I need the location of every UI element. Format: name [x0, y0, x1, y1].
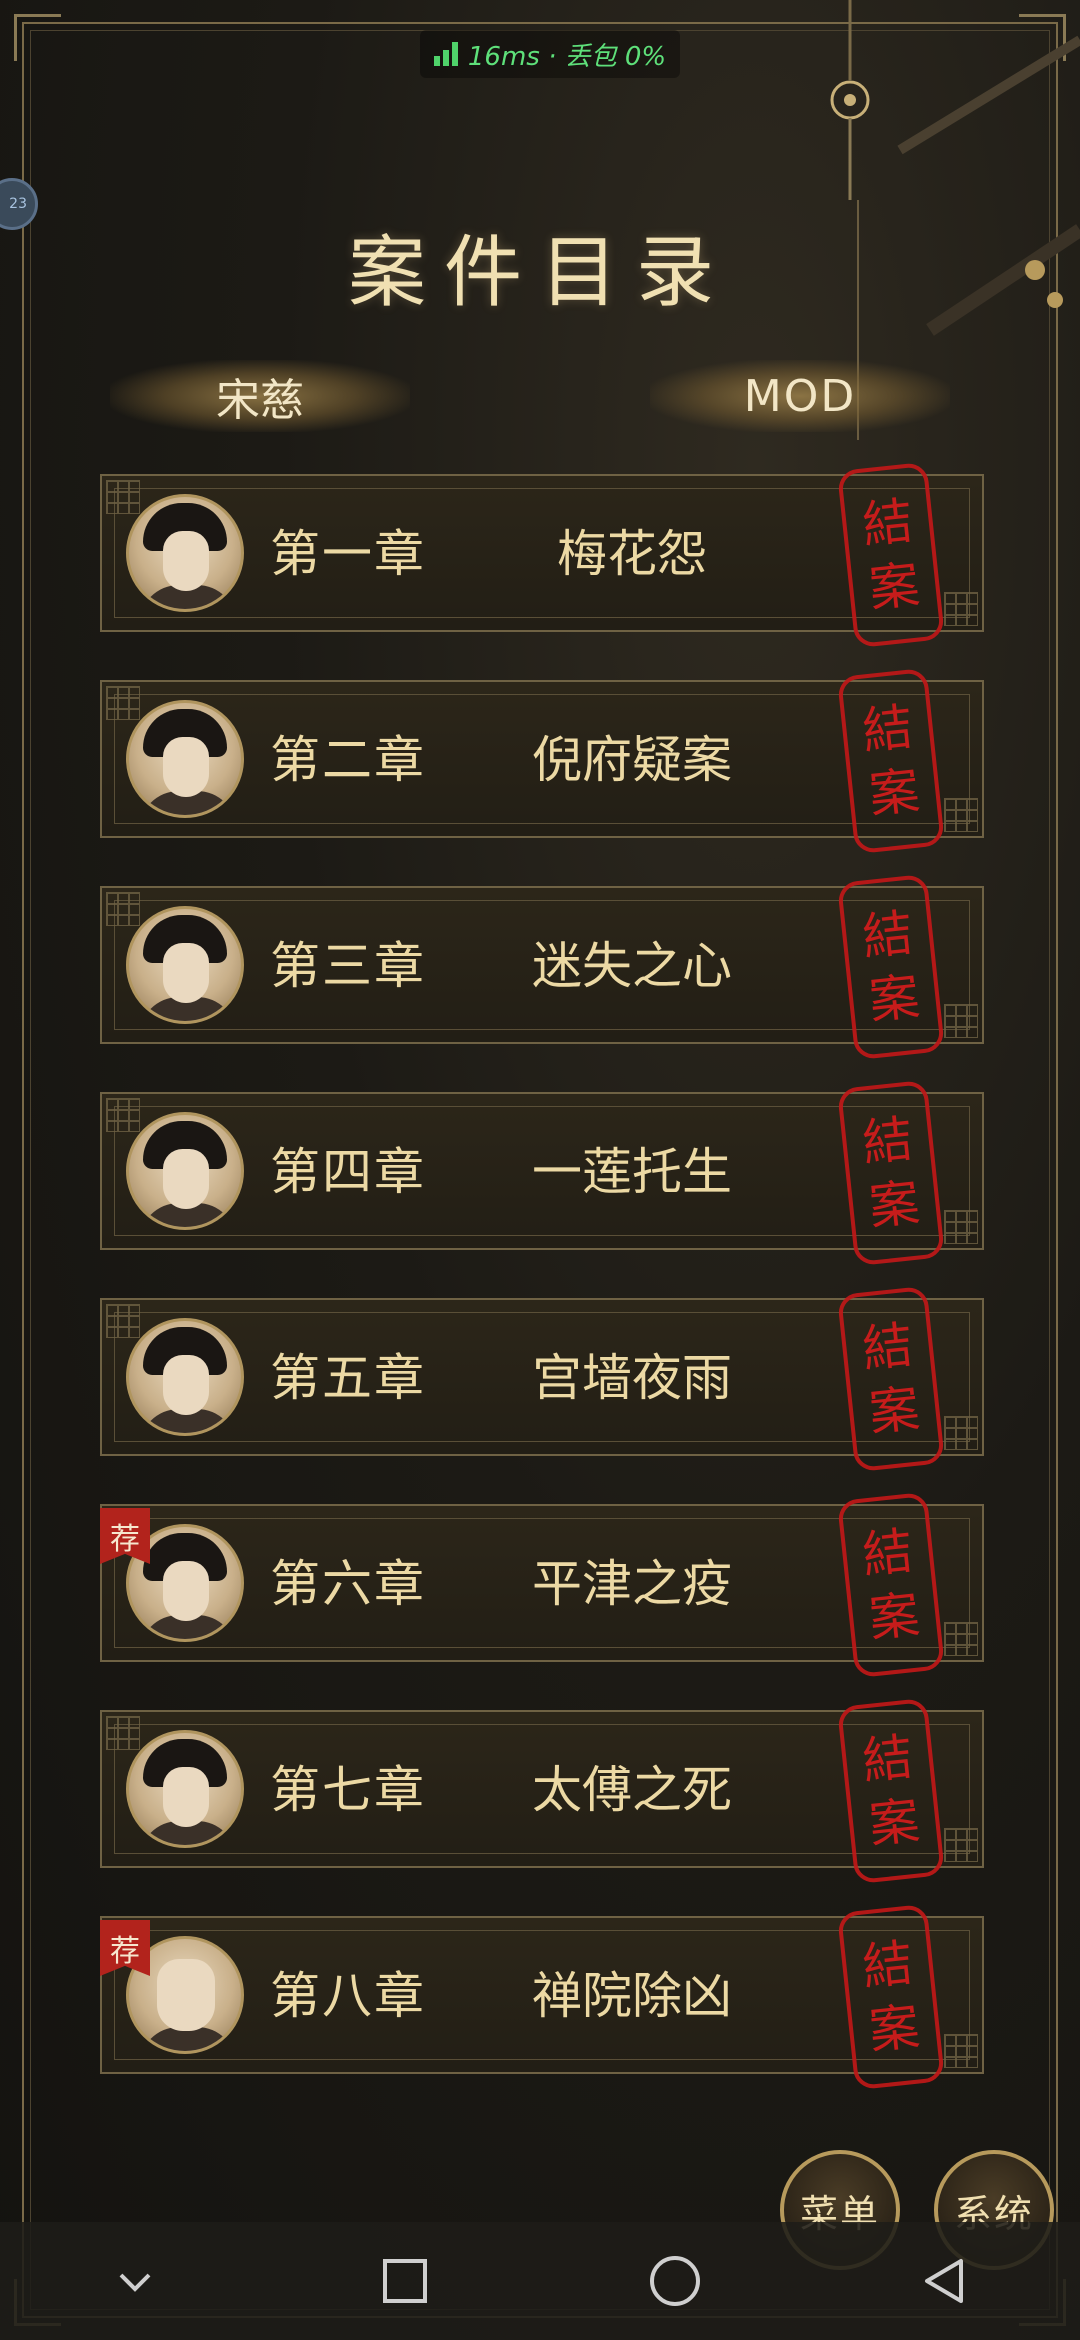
- seal-character: 案: [866, 967, 923, 1031]
- chapter-card[interactable]: 第七章 太傅之死 結案: [100, 1697, 984, 1885]
- chapter-number: 第二章: [270, 731, 426, 789]
- chapter-number: 第七章: [270, 1761, 426, 1819]
- seal-character: 案: [866, 1791, 923, 1855]
- chapter-card[interactable]: 第五章 宫墙夜雨 結案: [100, 1285, 984, 1473]
- system-navbar: [0, 2222, 1080, 2340]
- recent-apps-icon[interactable]: [365, 2241, 445, 2321]
- lattice-corner-decoration: [944, 1004, 978, 1038]
- lattice-corner-decoration: [944, 1622, 978, 1656]
- seal-character: 案: [866, 1379, 923, 1443]
- seal-character: 結: [859, 1315, 916, 1379]
- ping-text: 16ms · 丢包 0%: [467, 41, 667, 72]
- chapter-title: 宫墙夜雨: [532, 1349, 732, 1407]
- character-portrait: [126, 906, 244, 1024]
- lattice-corner-decoration: [106, 686, 140, 720]
- lattice-corner-decoration: [944, 798, 978, 832]
- signal-icon: [433, 42, 458, 66]
- lattice-corner-decoration: [106, 1098, 140, 1132]
- chapter-title: 太傅之死: [532, 1761, 732, 1819]
- case-closed-seal: 結案: [836, 1903, 946, 2091]
- seal-character: 案: [866, 761, 923, 825]
- seal-character: 結: [859, 1933, 916, 1997]
- chapter-card[interactable]: 第三章 迷失之心 結案: [100, 873, 984, 1061]
- seal-character: 案: [866, 1585, 923, 1649]
- lattice-corner-decoration: [106, 1304, 140, 1338]
- seal-character: 案: [866, 1997, 923, 2061]
- character-portrait: [126, 494, 244, 612]
- tab-mod[interactable]: MOD: [650, 360, 950, 432]
- lattice-corner-decoration: [944, 1828, 978, 1862]
- chapter-title: 迷失之心: [532, 937, 732, 995]
- seal-character: 結: [859, 697, 916, 761]
- character-portrait: [126, 1112, 244, 1230]
- chevron-down-icon[interactable]: [95, 2241, 175, 2321]
- case-closed-seal: 結案: [836, 667, 946, 855]
- chapter-number: 第四章: [270, 1143, 426, 1201]
- chapter-card[interactable]: 第一章 梅花怨 結案: [100, 461, 984, 649]
- lattice-corner-decoration: [944, 1210, 978, 1244]
- case-closed-seal: 結案: [836, 873, 946, 1061]
- seal-character: 結: [859, 491, 916, 555]
- seal-character: 結: [859, 1727, 916, 1791]
- lattice-corner-decoration: [106, 480, 140, 514]
- chapter-number: 第一章: [270, 525, 426, 583]
- seal-character: 結: [859, 1521, 916, 1585]
- chapter-card[interactable]: 第四章 一莲托生 結案: [100, 1079, 984, 1267]
- tab-label: 宋慈: [216, 375, 304, 426]
- chapter-title: 禅院除凶: [532, 1967, 732, 2025]
- lattice-corner-decoration: [944, 2034, 978, 2068]
- chapter-title: 一莲托生: [532, 1143, 732, 1201]
- chapter-number: 第五章: [270, 1349, 426, 1407]
- frame-corner: [14, 14, 61, 61]
- chapter-title: 平津之疫: [532, 1555, 732, 1613]
- case-closed-seal: 結案: [836, 1079, 946, 1267]
- chapter-card[interactable]: 荐第六章 平津之疫結案: [100, 1491, 984, 1679]
- chapter-title: 倪府疑案: [532, 731, 732, 789]
- tab-label: MOD: [743, 370, 857, 422]
- chapter-number: 第六章: [270, 1555, 426, 1613]
- chapter-card[interactable]: 荐第八章 禅院除凶結案: [100, 1903, 984, 2091]
- seal-character: 案: [866, 1173, 923, 1237]
- tab-songci[interactable]: 宋慈: [110, 360, 410, 432]
- network-status: 16ms · 丢包 0%: [420, 30, 680, 78]
- lattice-corner-decoration: [944, 1416, 978, 1450]
- chapter-number: 第三章: [270, 937, 426, 995]
- case-closed-seal: 結案: [836, 461, 946, 649]
- character-portrait: [126, 700, 244, 818]
- seal-character: 案: [866, 555, 923, 619]
- character-portrait: [126, 1318, 244, 1436]
- chapter-card[interactable]: 第二章 倪府疑案 結案: [100, 667, 984, 855]
- lattice-corner-decoration: [106, 1716, 140, 1750]
- lattice-corner-decoration: [944, 592, 978, 626]
- case-closed-seal: 結案: [836, 1285, 946, 1473]
- back-icon[interactable]: [905, 2241, 985, 2321]
- character-portrait: [126, 1730, 244, 1848]
- page-title: 案件目录: [347, 228, 732, 318]
- seal-character: 結: [859, 1109, 916, 1173]
- home-icon[interactable]: [635, 2241, 715, 2321]
- case-closed-seal: 結案: [836, 1697, 946, 1885]
- lattice-corner-decoration: [106, 892, 140, 926]
- chapter-title: 梅花怨: [557, 525, 707, 583]
- case-closed-seal: 結案: [836, 1491, 946, 1679]
- chapter-number: 第八章: [270, 1967, 426, 2025]
- seal-character: 結: [859, 903, 916, 967]
